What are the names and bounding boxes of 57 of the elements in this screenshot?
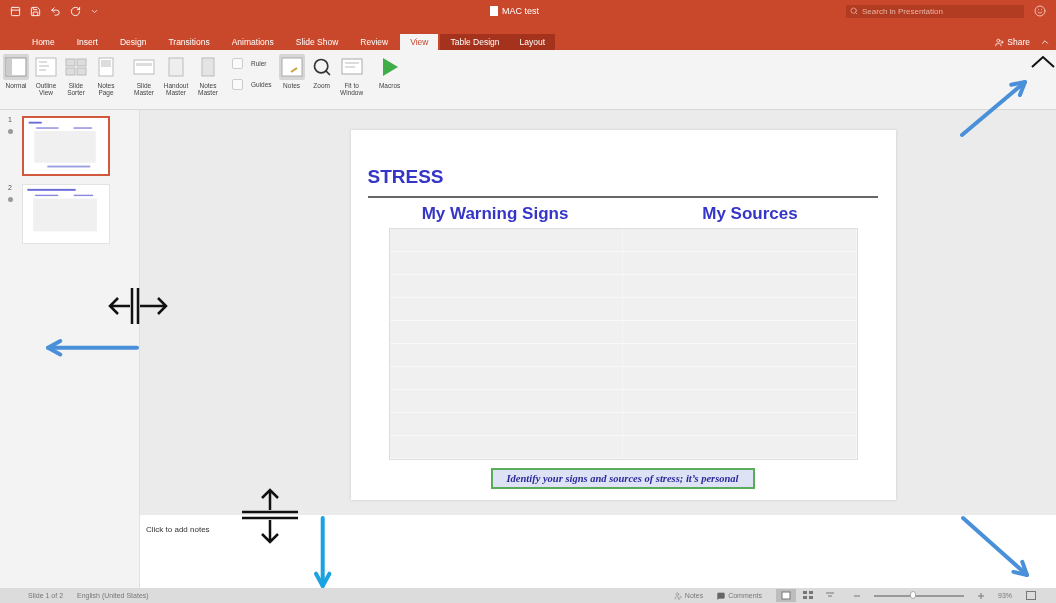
slide-sorter-icon	[65, 57, 87, 77]
outline-view-icon	[35, 57, 57, 77]
ribbon-tab[interactable]: View	[400, 34, 439, 50]
ribbon-tab[interactable]: Review	[350, 34, 399, 50]
share-button[interactable]: Share	[989, 34, 1036, 50]
fit-to-window-icon	[340, 57, 363, 77]
column-heading: My Sources	[701, 204, 799, 224]
zoom-in-icon[interactable]	[978, 592, 984, 599]
sidebar-toggle-icon[interactable]	[10, 5, 21, 17]
caption-text: Identify your signs and sources of stress; it’s personal	[490, 468, 755, 489]
account-icon[interactable]	[1034, 5, 1046, 17]
play-icon	[380, 57, 399, 77]
slide-title: STRESS	[367, 166, 444, 188]
ribbon-tab[interactable]: Transitions	[158, 34, 220, 50]
notes-page-icon	[95, 57, 117, 77]
transition-icon	[7, 197, 13, 202]
ribbon-tab[interactable]: Design	[109, 34, 157, 50]
ribbon-tab[interactable]: Layout	[509, 34, 556, 50]
ribbon-tab[interactable]: Table Design	[440, 34, 510, 50]
comment-icon	[717, 591, 726, 600]
ribbon-tab[interactable]: Home	[22, 34, 65, 50]
zoom-icon	[311, 57, 332, 77]
notes-icon	[280, 57, 303, 77]
checkbox[interactable]	[232, 79, 243, 90]
document-icon	[490, 6, 498, 16]
search-icon	[850, 6, 858, 15]
reading-view-icon	[825, 591, 835, 600]
view-button[interactable]	[776, 589, 796, 602]
normal-view-icon	[781, 591, 791, 600]
notes-field[interactable]: Click to add notes	[146, 525, 1050, 534]
undo-icon[interactable]	[50, 5, 61, 17]
column-resize-cursor-icon	[108, 286, 168, 326]
transition-icon	[7, 129, 13, 134]
cursor-caret-icon	[1031, 55, 1055, 68]
save-icon[interactable]	[30, 5, 41, 17]
slide-sorter-icon	[803, 591, 813, 600]
add-person-icon	[995, 37, 1005, 47]
ribbon-tab[interactable]: Insert	[66, 34, 108, 50]
fit-slide-icon[interactable]	[1026, 591, 1036, 600]
slide-thumbnail[interactable]	[22, 116, 110, 176]
search-field[interactable]: Search in Presentation	[846, 4, 1024, 18]
handout-master-icon	[165, 57, 187, 77]
row-resize-cursor-icon	[240, 488, 300, 544]
zoom-out-icon[interactable]	[854, 592, 860, 599]
annotation-arrow	[314, 516, 332, 588]
column-heading: My Warning Signs	[420, 204, 570, 224]
annotation-arrow	[961, 516, 1029, 577]
normal-view-icon	[5, 57, 27, 77]
redo-icon[interactable]	[70, 5, 81, 17]
person-icon	[673, 591, 682, 600]
ribbon-tab[interactable]: Slide Show	[285, 34, 349, 50]
collapse-ribbon-icon[interactable]	[1040, 37, 1050, 47]
annotation-arrow	[960, 80, 1027, 137]
checkbox[interactable]	[232, 58, 243, 69]
window-title: MAC test	[502, 6, 539, 16]
slide-master-icon	[133, 57, 155, 77]
ribbon-tab[interactable]: Animations	[221, 34, 284, 50]
